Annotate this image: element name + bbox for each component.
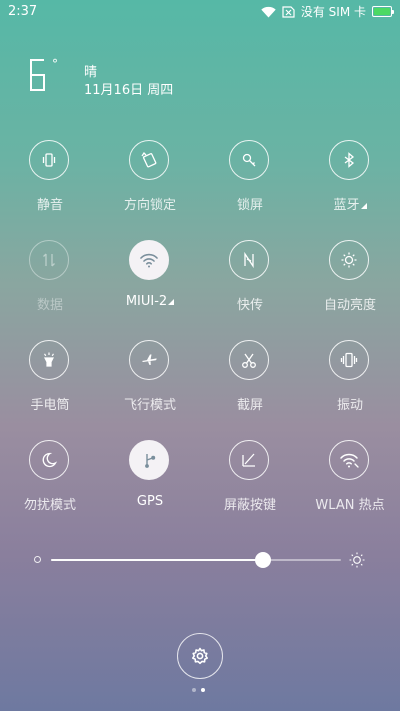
tile-block-keys-button[interactable]	[229, 440, 269, 480]
tile-airplane-mode[interactable]: 飞行模式	[100, 340, 200, 420]
tile-wifi[interactable]: MIUI-2	[100, 240, 200, 320]
brightness-high-icon	[349, 552, 365, 568]
mobile-data-icon	[43, 253, 55, 267]
gps-icon	[145, 454, 156, 468]
tile-do-not-disturb-button[interactable]	[29, 440, 69, 480]
tile-label: 锁屏	[236, 198, 263, 213]
toggle-row: 数据 MIUI-2 快传 自动亮度	[0, 240, 400, 320]
tile-screenshot-button[interactable]	[229, 340, 269, 380]
tile-screenshot[interactable]: 截屏	[200, 340, 300, 420]
tile-label: 手电筒	[30, 398, 70, 413]
brightness-low-icon	[34, 556, 41, 563]
tile-label: 截屏	[236, 398, 263, 413]
tile-label: 静音	[36, 198, 63, 213]
flashlight-icon	[43, 352, 55, 367]
tile-airplane-mode-button[interactable]	[129, 340, 169, 380]
key-icon	[242, 153, 256, 167]
no-sim-text: 没有 SIM 卡	[300, 5, 366, 19]
tile-label: 振动	[336, 398, 363, 413]
vibration-icon	[340, 352, 358, 368]
toggle-row: 勿扰模式 GPS 屏蔽按键 WLAN 热点	[0, 440, 400, 520]
scissors-icon	[242, 353, 256, 368]
tile-mobile-data[interactable]: 数据	[0, 240, 100, 320]
wifi-icon	[140, 253, 158, 268]
tile-label: 屏蔽按键	[223, 498, 276, 513]
rotation-lock-icon	[141, 151, 157, 168]
battery-fill	[374, 8, 390, 15]
tile-lock-screen[interactable]: 锁屏	[200, 140, 300, 220]
tile-label: GPS	[136, 494, 164, 509]
tile-vibration-button[interactable]	[329, 340, 369, 380]
page-dot	[192, 688, 196, 692]
tile-label: WLAN 热点	[315, 498, 385, 513]
tile-label: 自动亮度	[323, 298, 376, 313]
wifi-signal-icon	[261, 6, 276, 17]
tile-hotspot-button[interactable]	[329, 440, 369, 480]
vibrate-silent-icon	[42, 153, 56, 167]
brightness-thumb[interactable]	[254, 552, 271, 568]
tile-flashlight-button[interactable]	[29, 340, 69, 380]
no-sim-icon	[282, 5, 295, 18]
status-icons: 没有 SIM 卡	[261, 3, 394, 20]
weather-condition: 晴	[84, 65, 98, 80]
airplane-icon	[142, 354, 157, 365]
tile-bluetooth[interactable]: 蓝牙	[300, 140, 400, 220]
tile-flashlight[interactable]: 手电筒	[0, 340, 100, 420]
block-keys-icon	[242, 453, 255, 467]
hotspot-icon	[340, 453, 359, 468]
tile-bluetooth-button[interactable]	[329, 140, 369, 180]
tile-vibration[interactable]: 振动	[300, 340, 400, 420]
battery-icon	[372, 6, 394, 17]
bluetooth-icon	[344, 152, 355, 168]
tile-label: 方向锁定	[123, 198, 176, 213]
tile-label: 飞行模式	[123, 398, 176, 413]
status-bar: 2:37 没有 SIM 卡	[0, 0, 400, 24]
tile-label: 数据	[36, 298, 63, 313]
auto-brightness-icon	[341, 252, 357, 268]
tile-gps[interactable]: GPS	[100, 440, 200, 520]
mi-drop-icon	[244, 251, 254, 269]
tile-silent-button[interactable]	[29, 140, 69, 180]
temperature-digit	[30, 59, 45, 91]
degree-symbol: °	[52, 57, 58, 71]
brightness-track[interactable]	[51, 552, 341, 568]
tile-gps-button[interactable]	[129, 440, 169, 480]
tile-label: MIUI-2	[100, 294, 200, 309]
page-indicator	[192, 688, 208, 694]
settings-button[interactable]	[177, 633, 223, 679]
tile-mi-drop[interactable]: 快传	[200, 240, 300, 320]
tile-rotation-lock-button[interactable]	[129, 140, 169, 180]
gear-icon	[192, 647, 208, 665]
tile-label: 蓝牙	[300, 194, 400, 213]
toggle-row: 手电筒 飞行模式 截屏 振动	[0, 340, 400, 420]
tile-block-keys[interactable]: 屏蔽按键	[200, 440, 300, 520]
more-options-caret	[168, 299, 175, 305]
tile-do-not-disturb[interactable]: 勿扰模式	[0, 440, 100, 520]
tile-silent[interactable]: 静音	[0, 140, 100, 220]
toggle-row: 静音 方向锁定 锁屏 蓝牙	[0, 140, 400, 220]
tile-wifi-button[interactable]	[129, 240, 169, 280]
weather-widget[interactable]: ° 晴 11月16日 周四	[28, 56, 228, 106]
moon-icon	[42, 452, 58, 468]
weather-date: 11月16日 周四	[84, 83, 174, 98]
brightness-slider[interactable]	[30, 548, 370, 572]
tile-mobile-data-button[interactable]	[29, 240, 69, 280]
tile-mi-drop-button[interactable]	[229, 240, 269, 280]
tile-label: 勿扰模式	[23, 498, 76, 513]
tile-lock-screen-button[interactable]	[229, 140, 269, 180]
tile-rotation-lock[interactable]: 方向锁定	[100, 140, 200, 220]
tile-auto-brightness[interactable]: 自动亮度	[300, 240, 400, 320]
brightness-track-fill	[51, 559, 263, 561]
page-dot-current	[201, 688, 205, 692]
more-options-caret	[360, 203, 367, 209]
tile-auto-brightness-button[interactable]	[329, 240, 369, 280]
tile-hotspot[interactable]: WLAN 热点	[300, 440, 400, 520]
status-time: 2:37	[8, 4, 38, 19]
tile-label: 快传	[236, 298, 263, 313]
